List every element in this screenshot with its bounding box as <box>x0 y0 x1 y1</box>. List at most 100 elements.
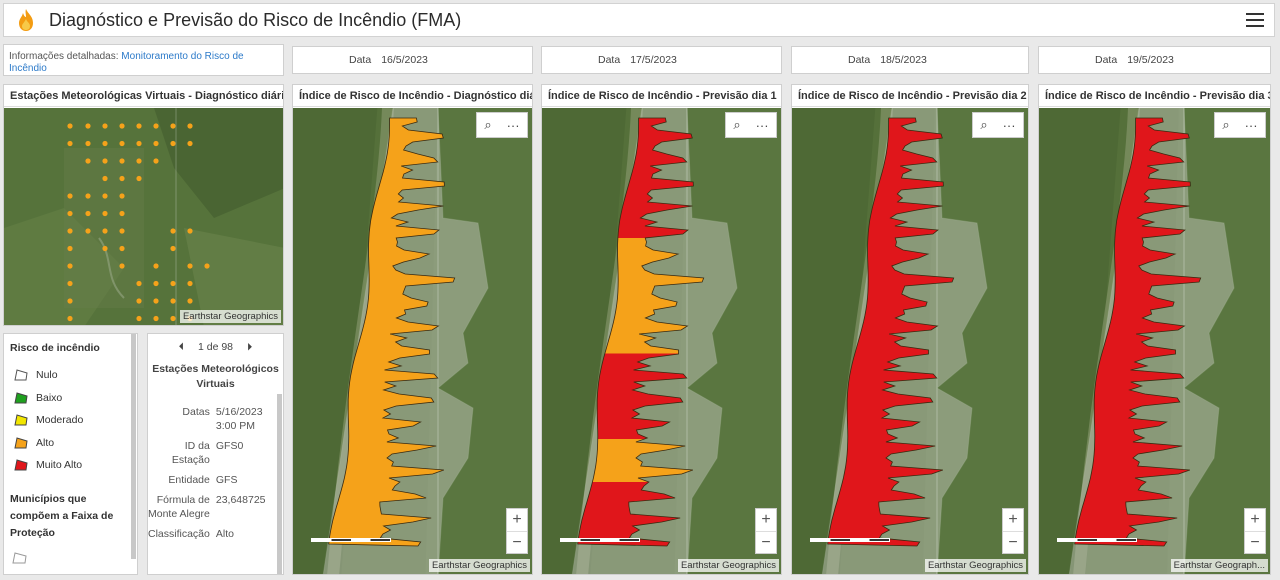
station-point[interactable] <box>187 228 193 234</box>
station-point[interactable] <box>153 158 159 164</box>
more-options-icon[interactable]: ··· <box>756 118 769 133</box>
search-icon[interactable]: ⌕ <box>980 117 987 133</box>
station-point[interactable] <box>119 175 125 182</box>
station-point[interactable] <box>119 263 125 269</box>
risk-map[interactable]: ⌕ ··· + − Earthstar Geographics <box>542 108 781 574</box>
scale-bar <box>311 538 391 542</box>
station-point[interactable] <box>85 123 91 129</box>
legend-swatch <box>14 437 28 449</box>
zoom-in-button[interactable]: + <box>1245 509 1265 531</box>
hamburger-menu-icon[interactable] <box>1246 11 1264 29</box>
risk-map[interactable]: ⌕ ··· + − Earthstar Geograph... <box>1039 108 1270 574</box>
field-key: Fórmula de Monte Alegre <box>148 494 210 520</box>
station-point[interactable] <box>136 158 142 164</box>
map-attribution: Earthstar Geographics <box>677 559 779 572</box>
stations-map[interactable]: Earthstar Geographics <box>4 108 283 325</box>
search-icon[interactable]: ⌕ <box>1222 117 1229 133</box>
station-point[interactable] <box>67 210 73 217</box>
station-point[interactable] <box>204 263 210 269</box>
station-point[interactable] <box>67 193 73 199</box>
station-point[interactable] <box>102 245 108 252</box>
station-point[interactable] <box>102 210 108 217</box>
station-point[interactable] <box>85 210 91 217</box>
next-feature-icon[interactable]: ⏵ <box>247 341 252 354</box>
station-point[interactable] <box>170 298 176 304</box>
station-point[interactable] <box>170 123 176 129</box>
zoom-out-button[interactable]: − <box>507 531 527 553</box>
station-point[interactable] <box>119 140 125 147</box>
station-point[interactable] <box>85 140 91 147</box>
station-point[interactable] <box>119 245 125 252</box>
station-point[interactable] <box>102 175 108 182</box>
station-point[interactable] <box>153 123 159 129</box>
station-point[interactable] <box>119 228 125 234</box>
zoom-out-button[interactable]: − <box>756 531 776 553</box>
date-box-0: Data 16/5/2023 <box>292 46 533 74</box>
station-point[interactable] <box>187 123 193 129</box>
more-options-icon[interactable]: ··· <box>507 118 520 133</box>
station-point[interactable] <box>67 315 73 322</box>
station-point[interactable] <box>187 298 193 304</box>
station-point[interactable] <box>67 123 73 129</box>
station-point[interactable] <box>136 123 142 129</box>
legend-scrollbar[interactable] <box>131 334 136 559</box>
station-point[interactable] <box>102 140 108 147</box>
station-point[interactable] <box>102 193 108 199</box>
station-point[interactable] <box>119 210 125 217</box>
station-point[interactable] <box>67 140 73 147</box>
station-point[interactable] <box>102 228 108 234</box>
station-point[interactable] <box>170 245 176 252</box>
zoom-in-button[interactable]: + <box>1003 509 1023 531</box>
station-point[interactable] <box>170 280 176 287</box>
station-point[interactable] <box>153 315 159 322</box>
municipality-swatch <box>12 551 27 563</box>
risk-map-card-2: Índice de Risco de Incêndio - Previsão d… <box>791 84 1029 575</box>
station-point[interactable] <box>136 315 142 322</box>
station-point[interactable] <box>170 228 176 234</box>
zoom-in-button[interactable]: + <box>507 509 527 531</box>
legend-title: Risco de incêndio <box>10 342 100 354</box>
station-point[interactable] <box>119 158 125 164</box>
map-attribution: Earthstar Geographics <box>924 559 1026 572</box>
prev-feature-icon[interactable]: ⏴ <box>179 341 184 354</box>
legend-item-baixo: Baixo <box>10 387 131 410</box>
station-point[interactable] <box>187 140 193 147</box>
station-point[interactable] <box>136 175 142 182</box>
more-options-icon[interactable]: ··· <box>1245 118 1258 133</box>
station-point[interactable] <box>85 228 91 234</box>
zoom-in-button[interactable]: + <box>756 509 776 531</box>
risk-map[interactable]: ⌕ ··· + − Earthstar Geographics <box>293 108 532 574</box>
more-options-icon[interactable]: ··· <box>1003 118 1016 133</box>
station-point[interactable] <box>153 298 159 304</box>
station-point[interactable] <box>67 280 73 287</box>
station-point[interactable] <box>85 193 91 199</box>
station-point[interactable] <box>187 280 193 287</box>
station-point[interactable] <box>67 298 73 304</box>
search-icon[interactable]: ⌕ <box>733 117 740 133</box>
risk-map[interactable]: ⌕ ··· + − Earthstar Geographics <box>792 108 1028 574</box>
station-point[interactable] <box>187 263 193 269</box>
station-point[interactable] <box>119 193 125 199</box>
zoom-out-button[interactable]: − <box>1245 531 1265 553</box>
zoom-control: + − <box>755 508 777 554</box>
station-point[interactable] <box>67 245 73 252</box>
station-point[interactable] <box>119 123 125 129</box>
station-point[interactable] <box>153 263 159 269</box>
station-point[interactable] <box>170 315 176 322</box>
station-point[interactable] <box>67 228 73 234</box>
search-icon[interactable]: ⌕ <box>484 117 491 133</box>
station-point[interactable] <box>136 280 142 287</box>
station-point[interactable] <box>67 263 73 269</box>
station-point[interactable] <box>102 123 108 129</box>
station-point[interactable] <box>136 298 142 304</box>
popup-scrollbar[interactable] <box>277 394 282 574</box>
field-value: GFS0 <box>215 440 244 452</box>
zoom-out-button[interactable]: − <box>1003 531 1023 553</box>
info-prefix: Informações detalhadas: <box>9 51 122 62</box>
station-point[interactable] <box>170 140 176 147</box>
station-point[interactable] <box>136 140 142 147</box>
station-point[interactable] <box>153 280 159 287</box>
station-point[interactable] <box>85 158 91 164</box>
station-point[interactable] <box>153 140 159 147</box>
station-point[interactable] <box>102 158 108 164</box>
